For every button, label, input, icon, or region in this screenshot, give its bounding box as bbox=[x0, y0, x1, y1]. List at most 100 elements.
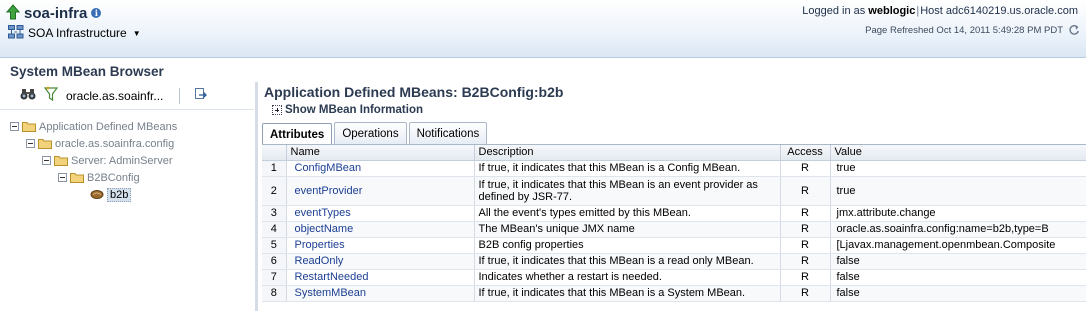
binoculars-icon[interactable] bbox=[20, 87, 36, 104]
tree-node-label: b2b bbox=[107, 187, 132, 202]
show-mbean-information-toggle[interactable]: Show MBean Information bbox=[272, 104, 423, 116]
folder-icon bbox=[22, 121, 36, 132]
table-row[interactable]: 5 Properties B2B config properties R [Ljavax… bbox=[262, 237, 1086, 254]
tab-operations[interactable]: Operations bbox=[334, 122, 407, 144]
attributes-table: Name Description Access Value 1 ConfigMBe… bbox=[262, 145, 1086, 302]
table-row[interactable]: 6 ReadOnly If true, it indicates that this… bbox=[262, 253, 1086, 270]
tree-node-b2b[interactable]: b2b bbox=[0, 186, 254, 203]
attribute-description: If true, it indicates that this MBean is… bbox=[474, 160, 781, 177]
attribute-access: R bbox=[780, 160, 831, 177]
attribute-description: Indicates whether a restart is needed. bbox=[474, 269, 781, 286]
refresh-icon[interactable] bbox=[1068, 24, 1080, 36]
attribute-description: The MBean's unique JMX name bbox=[474, 221, 781, 238]
logged-in-label: Logged in as bbox=[802, 5, 866, 17]
attributes-table-container: Name Description Access Value 1 ConfigMBe… bbox=[262, 144, 1086, 311]
attribute-value: true bbox=[830, 160, 1086, 177]
tree-node[interactable]: B2BConfig bbox=[0, 169, 254, 186]
attribute-name-link[interactable]: objectName bbox=[286, 221, 475, 238]
column-header-value[interactable]: Value bbox=[830, 145, 1086, 161]
collapse-minus-icon[interactable] bbox=[42, 156, 51, 165]
table-row[interactable]: 7 RestartNeeded Indicates whether a restar… bbox=[262, 269, 1086, 286]
table-row[interactable]: 3 eventTypes All the event's types emitted… bbox=[262, 205, 1086, 222]
attribute-value: [Ljavax.management.openmbean.Composite bbox=[830, 237, 1086, 254]
toolbar-divider bbox=[179, 87, 181, 104]
show-mbean-information-label: Show MBean Information bbox=[285, 104, 423, 116]
tree-node-label: Server: AdminServer bbox=[71, 154, 173, 167]
table-row[interactable]: 8 SystemMBean If true, it indicates that t… bbox=[262, 285, 1086, 302]
attribute-name-link[interactable]: ReadOnly bbox=[286, 253, 475, 270]
attribute-value: oracle.as.soainfra.config:name=b2b,type=… bbox=[830, 221, 1086, 238]
up-arrow-icon[interactable] bbox=[5, 3, 21, 23]
attribute-description: B2B config properties bbox=[474, 237, 781, 254]
table-row[interactable]: 4 objectName The MBean's unique JMX name Ro… bbox=[262, 221, 1086, 238]
attribute-access: R bbox=[780, 269, 831, 286]
tab-notifications[interactable]: Notifications bbox=[408, 122, 488, 144]
collapse-minus-icon[interactable] bbox=[10, 122, 19, 131]
tab-attributes[interactable]: Attributes bbox=[262, 123, 333, 145]
row-number: 6 bbox=[262, 253, 287, 270]
attribute-name-link[interactable]: RestartNeeded bbox=[286, 269, 475, 286]
row-number: 2 bbox=[262, 176, 287, 206]
tree-node[interactable]: Server: AdminServer bbox=[0, 152, 254, 169]
attribute-description: If true, it indicates that this MBean is… bbox=[474, 253, 781, 270]
tree-node-label: Application Defined MBeans bbox=[39, 120, 178, 133]
table-header-row: Name Description Access Value bbox=[262, 145, 1086, 161]
attribute-name-link[interactable]: SystemMBean bbox=[286, 285, 475, 302]
column-header-access[interactable]: Access bbox=[780, 145, 831, 161]
column-header-name[interactable]: Name bbox=[286, 145, 475, 161]
row-number: 7 bbox=[262, 269, 287, 286]
mbean-tabs: Attributes Operations Notifications bbox=[262, 122, 488, 145]
soa-infrastructure-menu[interactable]: SOA Infrastructure ▼ bbox=[8, 24, 141, 41]
row-number: 4 bbox=[262, 221, 287, 238]
app-title: soa-infra bbox=[24, 4, 88, 22]
attribute-value: false bbox=[830, 285, 1086, 302]
attribute-value: jmx.attribute.change bbox=[830, 205, 1086, 222]
user-name[interactable]: weblogic bbox=[868, 5, 915, 17]
attribute-value: true bbox=[830, 176, 1086, 206]
collapse-minus-icon[interactable] bbox=[26, 139, 35, 148]
folder-icon bbox=[70, 172, 84, 183]
host-name: adc6140219.us.oracle.com bbox=[945, 5, 1078, 17]
mbean-bean-icon bbox=[90, 189, 104, 200]
soa-infrastructure-menu-label: SOA Infrastructure bbox=[28, 26, 127, 40]
attribute-access: R bbox=[780, 253, 831, 270]
attribute-name-link[interactable]: ConfigMBean bbox=[286, 160, 475, 177]
browser-title: System MBean Browser bbox=[10, 64, 164, 79]
attribute-access: R bbox=[780, 176, 831, 206]
attribute-name-link[interactable]: Properties bbox=[286, 237, 475, 254]
row-number: 5 bbox=[262, 237, 287, 254]
browser-toolbar: oracle.as.soainfr... bbox=[0, 82, 254, 110]
attribute-description: If true, it indicates that this MBean is… bbox=[474, 285, 781, 302]
column-header-index bbox=[262, 145, 287, 161]
tree-node[interactable]: Application Defined MBeans bbox=[0, 118, 254, 135]
collapse-minus-icon[interactable] bbox=[58, 173, 67, 182]
row-number: 8 bbox=[262, 285, 287, 302]
folder-icon bbox=[38, 138, 52, 149]
attribute-value: false bbox=[830, 269, 1086, 286]
filter-icon[interactable] bbox=[43, 86, 59, 105]
attribute-access: R bbox=[780, 237, 831, 254]
info-icon[interactable]: i bbox=[91, 8, 102, 18]
attribute-access: R bbox=[780, 205, 831, 222]
attribute-name-link[interactable]: eventTypes bbox=[286, 205, 475, 222]
export-icon[interactable] bbox=[194, 87, 208, 104]
tree-node-label: B2BConfig bbox=[87, 171, 140, 184]
mbean-tree: Application Defined MBeans oracle.as.soai… bbox=[0, 118, 254, 203]
row-number: 3 bbox=[262, 205, 287, 222]
toolbar-path[interactable]: oracle.as.soainfr... bbox=[66, 89, 163, 103]
page-refreshed-text: Page Refreshed Oct 14, 2011 5:49:28 PM P… bbox=[865, 24, 1063, 36]
table-row[interactable]: 1 ConfigMBean If true, it indicates that t… bbox=[262, 160, 1086, 177]
column-header-description[interactable]: Description bbox=[474, 145, 781, 161]
attribute-description: If true, it indicates that this MBean is… bbox=[474, 176, 781, 206]
chevron-down-icon: ▼ bbox=[132, 28, 141, 38]
attribute-name-link[interactable]: eventProvider bbox=[286, 176, 475, 206]
mbean-detail-panel: Application Defined MBeans: B2BConfig:b2… bbox=[258, 58, 1086, 311]
attribute-access: R bbox=[780, 221, 831, 238]
app-title-area: soa-infra i bbox=[5, 3, 102, 23]
mbean-title: Application Defined MBeans: B2BConfig:b2… bbox=[264, 84, 564, 100]
attribute-access: R bbox=[780, 285, 831, 302]
page-header: soa-infra i SOA Infrastructure ▼ Logged … bbox=[0, 0, 1086, 58]
table-row[interactable]: 2 eventProvider If true, it indicates that… bbox=[262, 176, 1086, 206]
tree-node[interactable]: oracle.as.soainfra.config bbox=[0, 135, 254, 152]
mbean-browser-panel: System MBean Browser oracle.as.soainfr..… bbox=[0, 58, 256, 311]
